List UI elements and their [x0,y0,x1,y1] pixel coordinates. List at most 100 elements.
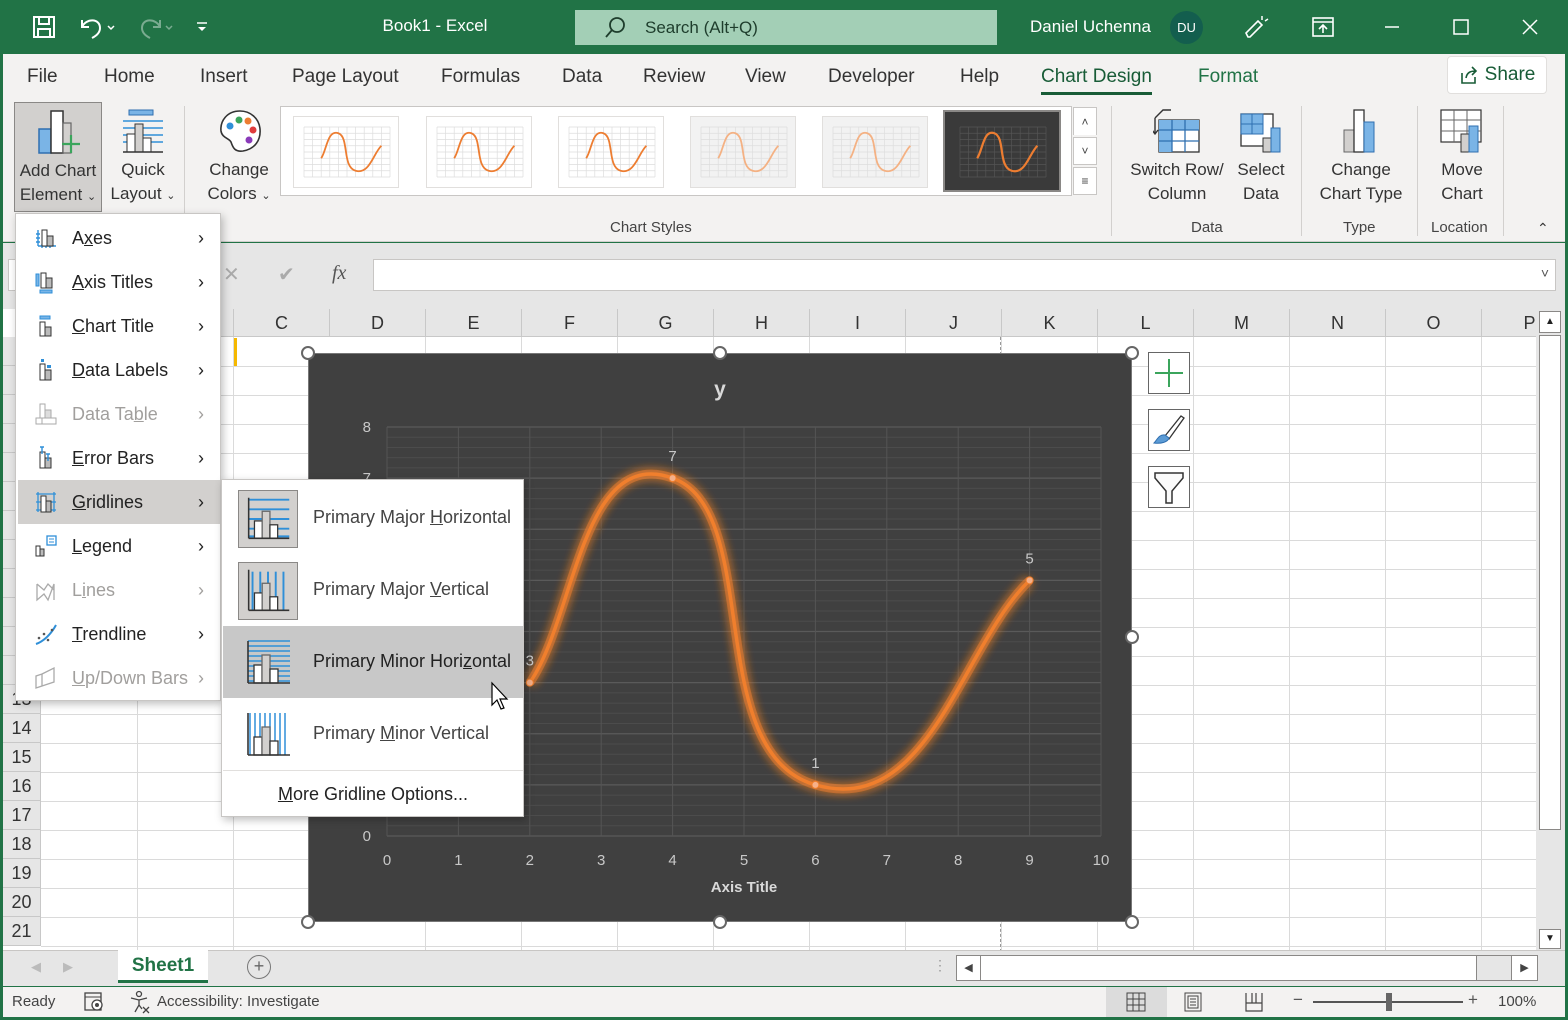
resize-handle-n[interactable] [713,346,727,360]
tab-insert[interactable]: Insert [200,66,248,88]
resize-handle-se[interactable] [1125,915,1139,929]
column-header-e[interactable]: E [426,309,522,337]
menu-item-axes[interactable]: Axes › [18,216,220,260]
submenu-item-primary-major-horizontal[interactable]: Primary Major Horizontal [223,482,523,554]
submenu-item-primary-minor-vertical[interactable]: Primary Minor Vertical [223,698,523,770]
gallery-more[interactable]: ≡ [1073,167,1097,195]
column-header-i[interactable]: I [810,309,906,337]
save-button[interactable] [28,10,60,44]
minimize-button[interactable] [1372,10,1412,44]
tab-file[interactable]: File [27,66,58,88]
column-header-h[interactable]: H [714,309,810,337]
tab-format[interactable]: Format [1198,66,1258,88]
redo-button[interactable] [130,10,178,44]
menu-item-trendline[interactable]: Trendline › [18,612,220,656]
resize-handle-sw[interactable] [301,915,315,929]
vertical-scrollbar[interactable]: ▲ ▼ [1536,309,1565,950]
resize-handle-ne[interactable] [1125,346,1139,360]
chart-style-6-selected[interactable] [943,110,1061,192]
move-chart-button[interactable]: Move Chart [1421,102,1503,212]
column-header-k[interactable]: K [1002,309,1098,337]
menu-item-up-down-bars[interactable]: Up/Down Bars › [18,656,220,700]
column-header-j[interactable]: J [906,309,1002,337]
search-box[interactable]: Search (Alt+Q) [575,10,997,45]
tab-review[interactable]: Review [643,66,705,88]
row-header-14[interactable]: 14 [3,714,41,743]
chart-style-3[interactable] [558,116,664,188]
zoom-out-button[interactable]: − [1293,990,1303,1010]
tab-home[interactable]: Home [104,66,155,88]
row-header-17[interactable]: 17 [3,801,41,830]
chart-style-4[interactable] [690,116,796,188]
tab-view[interactable]: View [745,66,786,88]
zoom-in-button[interactable]: + [1468,990,1478,1010]
hscroll-track[interactable] [1477,956,1511,980]
enter-formula-icon[interactable]: ✔ [278,262,295,287]
column-header-p[interactable]: P [1482,309,1536,337]
change-chart-type-button[interactable]: Change Chart Type [1308,102,1414,212]
insert-function-icon[interactable]: fx [332,262,346,285]
add-chart-element-button[interactable]: Add Chart Element ⌄ [14,102,102,212]
scroll-thumb[interactable] [1539,335,1561,830]
prev-sheet-icon[interactable]: ◀ [31,959,41,975]
column-header-o[interactable]: O [1386,309,1482,337]
column-header-g[interactable]: G [618,309,714,337]
chart-styles-button[interactable] [1148,409,1190,451]
change-colors-button[interactable]: Change Colors ⌄ [197,102,281,212]
collapse-ribbon-button[interactable]: ⌃ [1537,220,1549,237]
expand-formula-icon[interactable]: ˅ [1541,265,1549,281]
menu-item-data-table[interactable]: Data Table › [18,392,220,436]
chart-style-1[interactable] [293,116,399,188]
scroll-down-button[interactable]: ▼ [1539,929,1561,949]
tab-formulas[interactable]: Formulas [441,66,520,88]
normal-view-button[interactable] [1106,987,1167,1017]
gallery-scroll-down[interactable]: ˅ [1073,137,1097,165]
menu-item-axis-titles[interactable]: Axis Titles › [18,260,220,304]
column-header-f[interactable]: F [522,309,618,337]
close-button[interactable] [1510,10,1550,44]
tab-developer[interactable]: Developer [828,66,915,88]
user-name[interactable]: Daniel Uchenna [1030,17,1151,37]
switch-row-column-button[interactable]: Switch Row/Column [1123,102,1231,212]
zoom-slider-thumb[interactable] [1386,993,1392,1011]
undo-button[interactable] [72,10,120,44]
page-layout-view-icon[interactable] [1183,992,1203,1012]
tab-chart-design[interactable]: Chart Design [1041,66,1152,95]
split-handle[interactable]: ⋮ [933,957,947,974]
macro-recording-icon[interactable] [83,991,105,1013]
resize-handle-e[interactable] [1125,630,1139,644]
menu-item-chart-title[interactable]: Chart Title › [18,304,220,348]
scroll-right-button[interactable]: ▶ [1511,956,1537,980]
add-sheet-button[interactable]: + [247,955,271,979]
horizontal-scrollbar[interactable]: ◀ ▶ [956,955,1538,981]
chart-elements-button[interactable] [1148,352,1190,394]
next-sheet-icon[interactable]: ▶ [63,959,73,975]
menu-item-error-bars[interactable]: Error Bars › [18,436,220,480]
sheet-tab-sheet1[interactable]: Sheet1 [118,950,208,983]
row-header-19[interactable]: 19 [3,859,41,888]
column-header-n[interactable]: N [1290,309,1386,337]
cancel-formula-icon[interactable]: ✕ [223,262,240,287]
avatar[interactable]: DU [1170,11,1203,44]
scroll-left-button[interactable]: ◀ [957,956,981,980]
column-header-c[interactable]: C [234,309,330,337]
resize-handle-s[interactable] [713,915,727,929]
row-header-21[interactable]: 21 [3,917,41,946]
chart-filters-button[interactable] [1148,466,1190,508]
scroll-up-button[interactable]: ▲ [1539,311,1561,333]
column-header-l[interactable]: L [1098,309,1194,337]
tab-data[interactable]: Data [562,66,602,88]
submenu-item-primary-minor-horizontal[interactable]: Primary Minor Horizontal [223,626,523,698]
row-header-15[interactable]: 15 [3,743,41,772]
gallery-scroll-up[interactable]: ˄ [1073,107,1097,135]
submenu-item-primary-major-vertical[interactable]: Primary Major Vertical [223,554,523,626]
row-header-16[interactable]: 16 [3,772,41,801]
menu-item-legend[interactable]: Legend › [18,524,220,568]
accessibility-icon[interactable] [129,990,151,1014]
menu-item-lines[interactable]: Lines › [18,568,220,612]
row-header-18[interactable]: 18 [3,830,41,859]
page-break-preview-icon[interactable] [1244,992,1264,1012]
customize-quick-access-button[interactable] [190,10,214,44]
accessibility-status[interactable]: Accessibility: Investigate [157,993,320,1010]
maximize-button[interactable] [1441,10,1481,44]
